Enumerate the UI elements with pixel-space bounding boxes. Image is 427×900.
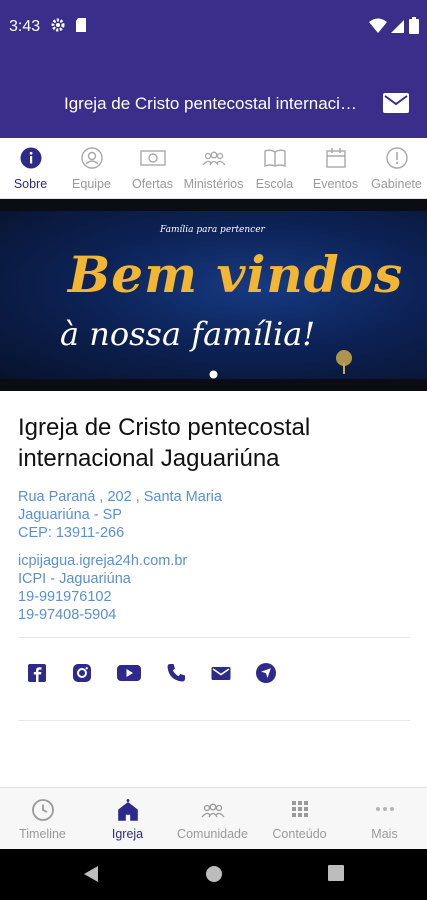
carousel-indicator — [209, 370, 218, 379]
person-icon — [80, 147, 103, 174]
tab-label: Gabinete — [371, 177, 422, 191]
calendar-icon — [325, 147, 347, 174]
system-navigation — [0, 849, 427, 900]
tab-gabinete[interactable]: Gabinete — [366, 138, 427, 198]
cep: CEP: 13911-266 — [18, 525, 125, 541]
bottom-navigation: Timeline Igreja Comunidade Conteúdo Mais — [0, 787, 427, 850]
tab-escola[interactable]: Escola — [244, 138, 305, 198]
battery-icon — [409, 17, 419, 39]
navigation-icon[interactable] — [255, 662, 277, 684]
phone-1[interactable]: 19-991976102 — [18, 588, 410, 606]
nav-label: Timeline — [19, 827, 66, 841]
app-bar: Igreja de Cristo pentecostal internacion… — [0, 58, 427, 138]
group-icon — [200, 798, 226, 827]
alert-icon — [385, 147, 408, 174]
section-tabs: Sobre Equipe Ofertas Ministérios Escola … — [0, 138, 427, 199]
tab-label: Ofertas — [132, 177, 173, 191]
clock-icon — [31, 798, 55, 827]
info-icon — [20, 147, 42, 174]
facebook-icon[interactable] — [26, 662, 48, 684]
nav-mais[interactable]: Mais — [342, 788, 427, 850]
banner-headline: Bem vindos — [68, 245, 404, 304]
nav-conteudo[interactable]: Conteúdo — [257, 788, 342, 850]
recents-icon[interactable] — [328, 865, 344, 886]
tab-equipe[interactable]: Equipe — [61, 138, 122, 198]
church-icon — [117, 798, 139, 827]
phone-2[interactable]: 19-97408-5904 — [18, 606, 410, 624]
sd-card-icon — [74, 17, 88, 38]
tab-label: Ministérios — [183, 177, 244, 191]
nav-label: Igreja — [111, 827, 144, 841]
banner-image: Família para pertencer Bem vindos à noss… — [0, 211, 427, 379]
phone-icon[interactable] — [165, 662, 187, 684]
email-icon[interactable] — [210, 662, 232, 684]
church-name: Igreja de Cristo pentecostal internacion… — [18, 414, 311, 472]
tab-eventos[interactable]: Eventos — [305, 138, 366, 198]
wifi-icon — [369, 18, 387, 39]
address-line-2[interactable]: Jaguariúna - SP — [18, 506, 410, 524]
tab-sobre[interactable]: Sobre — [0, 138, 61, 198]
back-icon[interactable] — [82, 865, 100, 888]
tab-label: Eventos — [312, 177, 359, 191]
tab-ministerios[interactable]: Ministérios — [183, 138, 244, 198]
more-icon — [373, 798, 397, 825]
status-bar: 3:43 — [0, 0, 427, 58]
status-time: 3:43 — [9, 18, 41, 35]
short-name: ICPI - Jaguariúna — [18, 571, 131, 587]
tab-label: Equipe — [72, 177, 111, 191]
mail-icon[interactable] — [383, 93, 409, 118]
youtube-icon[interactable] — [116, 662, 142, 684]
nav-comunidade[interactable]: Comunidade — [170, 788, 255, 850]
nav-igreja[interactable]: Igreja — [85, 788, 170, 850]
nav-label: Conteúdo — [272, 827, 327, 841]
church-info: Igreja de Cristo pentecostal internacion… — [18, 412, 410, 624]
settings-icon — [50, 17, 66, 38]
website-link[interactable]: icpijagua.igreja24h.com.br — [18, 552, 410, 570]
tab-label: Sobre — [13, 177, 48, 191]
home-icon[interactable] — [205, 865, 223, 888]
signal-icon — [391, 18, 405, 39]
book-icon — [263, 147, 287, 174]
nav-timeline[interactable]: Timeline — [0, 788, 85, 850]
tree-logo-icon — [334, 349, 354, 380]
app-title: Igreja de Cristo pentecostal internacion… — [64, 94, 364, 113]
nav-label: Comunidade — [177, 827, 248, 841]
tab-ofertas[interactable]: Ofertas — [122, 138, 183, 198]
banner-small-text: Família para pertencer — [160, 225, 265, 235]
divider — [18, 720, 410, 721]
nav-label: Mais — [371, 827, 398, 841]
banner-subline: à nossa família! — [60, 315, 316, 353]
address-line-1[interactable]: Rua Paraná , 202 , Santa Maria — [18, 488, 410, 506]
money-icon — [139, 147, 166, 174]
welcome-banner[interactable]: Família para pertencer Bem vindos à noss… — [0, 199, 427, 391]
grid-icon — [289, 798, 311, 825]
tab-label: Escola — [255, 177, 294, 191]
instagram-icon[interactable] — [71, 662, 93, 684]
social-links — [26, 662, 277, 684]
divider — [18, 637, 410, 638]
group-icon — [201, 147, 227, 174]
